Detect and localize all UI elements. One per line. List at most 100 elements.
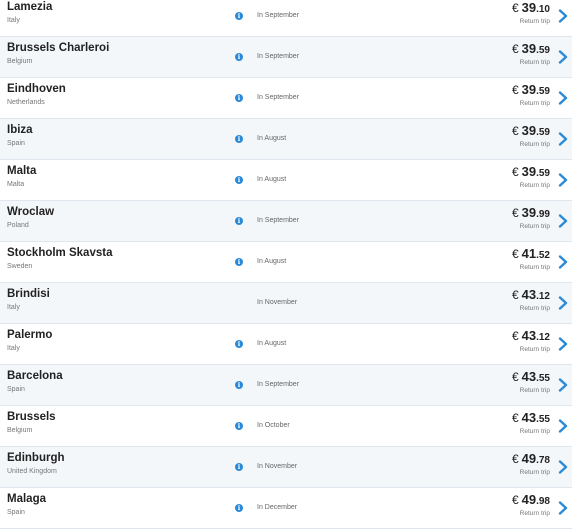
currency-symbol: € [511, 247, 519, 261]
chevron-right-icon[interactable] [558, 173, 568, 187]
flight-row[interactable]: Brussels Belgium i In October €43.55 Return t… [0, 406, 572, 447]
destination-city: Eindhoven [7, 83, 66, 95]
travel-month: In September [257, 53, 300, 60]
trip-type-label: Return trip [519, 141, 550, 148]
travel-month: In September [257, 12, 300, 19]
currency-symbol: € [511, 288, 519, 302]
currency-symbol: € [511, 165, 519, 179]
trip-type-label: Return trip [519, 223, 550, 230]
price: €39.59 [512, 123, 550, 138]
destination-city: Edinburgh [7, 452, 65, 464]
info-icon[interactable]: i [235, 94, 243, 102]
chevron-right-icon[interactable] [558, 50, 568, 64]
travel-month: In September [257, 217, 300, 224]
price: €39.59 [512, 82, 550, 97]
currency-symbol: € [511, 370, 519, 384]
info-icon[interactable]: i [235, 504, 243, 512]
info-icon[interactable]: i [235, 12, 243, 20]
chevron-right-icon[interactable] [558, 419, 568, 433]
destination-country: United Kingdom [7, 468, 57, 475]
info-icon[interactable]: i [235, 258, 243, 266]
destination-country: Spain [7, 140, 25, 147]
destination-city: Stockholm Skavsta [7, 247, 113, 259]
flight-row[interactable]: Wroclaw Poland i In September €39.99 Return t… [0, 201, 572, 242]
price-integer: 43 [521, 410, 537, 425]
price-integer: 39 [521, 123, 537, 138]
price: €39.59 [512, 41, 550, 56]
currency-symbol: € [511, 206, 519, 220]
destination-country: Spain [7, 386, 25, 393]
price-decimal: .78 [536, 455, 550, 466]
price-decimal: .59 [536, 86, 550, 97]
currency-symbol: € [511, 42, 519, 56]
info-icon[interactable]: i [235, 340, 243, 348]
price: €41.52 [512, 246, 550, 261]
price-decimal: .59 [536, 127, 550, 138]
price-integer: 39 [521, 164, 537, 179]
price-decimal: .55 [536, 414, 550, 425]
flight-row[interactable]: Edinburgh United Kingdom i In November €49.7… [0, 447, 572, 488]
price-integer: 39 [521, 0, 537, 15]
flight-row[interactable]: Malta Malta i In August €39.59 Return trip [0, 160, 572, 201]
chevron-right-icon[interactable] [558, 501, 568, 515]
travel-month: In September [257, 381, 300, 388]
destination-country: Spain [7, 509, 25, 516]
travel-month: In November [257, 463, 298, 470]
flight-row[interactable]: Palermo Italy i In August €43.12 Return trip [0, 324, 572, 365]
chevron-right-icon[interactable] [558, 296, 568, 310]
destination-country: Sweden [7, 263, 33, 270]
price: €43.55 [512, 410, 550, 425]
info-icon[interactable]: i [235, 53, 243, 61]
currency-symbol: € [511, 83, 519, 97]
chevron-right-icon[interactable] [558, 132, 568, 146]
destination-city: Brindisi [7, 288, 50, 300]
currency-symbol: € [511, 1, 519, 15]
price: €39.99 [512, 205, 550, 220]
price-decimal: .55 [536, 373, 550, 384]
travel-month: In September [257, 94, 300, 101]
chevron-right-icon[interactable] [558, 378, 568, 392]
info-icon[interactable]: i [235, 135, 243, 143]
trip-type-label: Return trip [519, 264, 550, 271]
trip-type-label: Return trip [519, 346, 550, 353]
price-integer: 49 [521, 492, 537, 507]
info-icon[interactable]: i [235, 381, 243, 389]
price-integer: 43 [521, 328, 537, 343]
info-icon[interactable]: i [235, 217, 243, 225]
trip-type-label: Return trip [519, 100, 550, 107]
price: €39.59 [512, 164, 550, 179]
chevron-right-icon[interactable] [558, 214, 568, 228]
chevron-right-icon[interactable] [558, 9, 568, 23]
chevron-right-icon[interactable] [558, 460, 568, 474]
info-icon[interactable]: i [235, 176, 243, 184]
travel-month: In August [257, 258, 287, 265]
price-integer: 49 [521, 451, 537, 466]
travel-month: In November [257, 299, 298, 306]
price-decimal: .12 [536, 332, 550, 343]
info-icon[interactable]: i [235, 463, 243, 471]
flight-row[interactable]: Barcelona Spain i In September €43.55 Return … [0, 365, 572, 406]
price-decimal: .59 [536, 45, 550, 56]
destination-country: Netherlands [7, 99, 45, 106]
flight-row[interactable]: Brussels Charleroi Belgium i In September €3… [0, 37, 572, 78]
destination-city: Brussels Charleroi [7, 42, 110, 54]
currency-symbol: € [511, 452, 519, 466]
flight-row[interactable]: Brindisi Italy In November €43.12 Return tri… [0, 283, 572, 324]
flight-row[interactable]: Ibiza Spain i In August €39.59 Return trip [0, 119, 572, 160]
currency-symbol: € [511, 124, 519, 138]
chevron-right-icon[interactable] [558, 255, 568, 269]
flight-row[interactable]: Eindhoven Netherlands i In September €39.59 R… [0, 78, 572, 119]
currency-symbol: € [511, 411, 519, 425]
price-integer: 41 [521, 246, 537, 261]
chevron-right-icon[interactable] [558, 337, 568, 351]
trip-type-label: Return trip [519, 387, 550, 394]
info-icon[interactable]: i [235, 422, 243, 430]
travel-month: In August [257, 135, 287, 142]
price-decimal: .59 [536, 168, 550, 179]
flight-row[interactable]: Malaga Spain i In December €49.98 Return trip [0, 488, 572, 529]
travel-month: In August [257, 340, 287, 347]
flight-row[interactable]: Lamezia Italy i In September €39.10 Return tr… [0, 0, 572, 37]
chevron-right-icon[interactable] [558, 91, 568, 105]
flight-row[interactable]: Stockholm Skavsta Sweden i In August €41.52 R… [0, 242, 572, 283]
trip-type-label: Return trip [519, 305, 550, 312]
